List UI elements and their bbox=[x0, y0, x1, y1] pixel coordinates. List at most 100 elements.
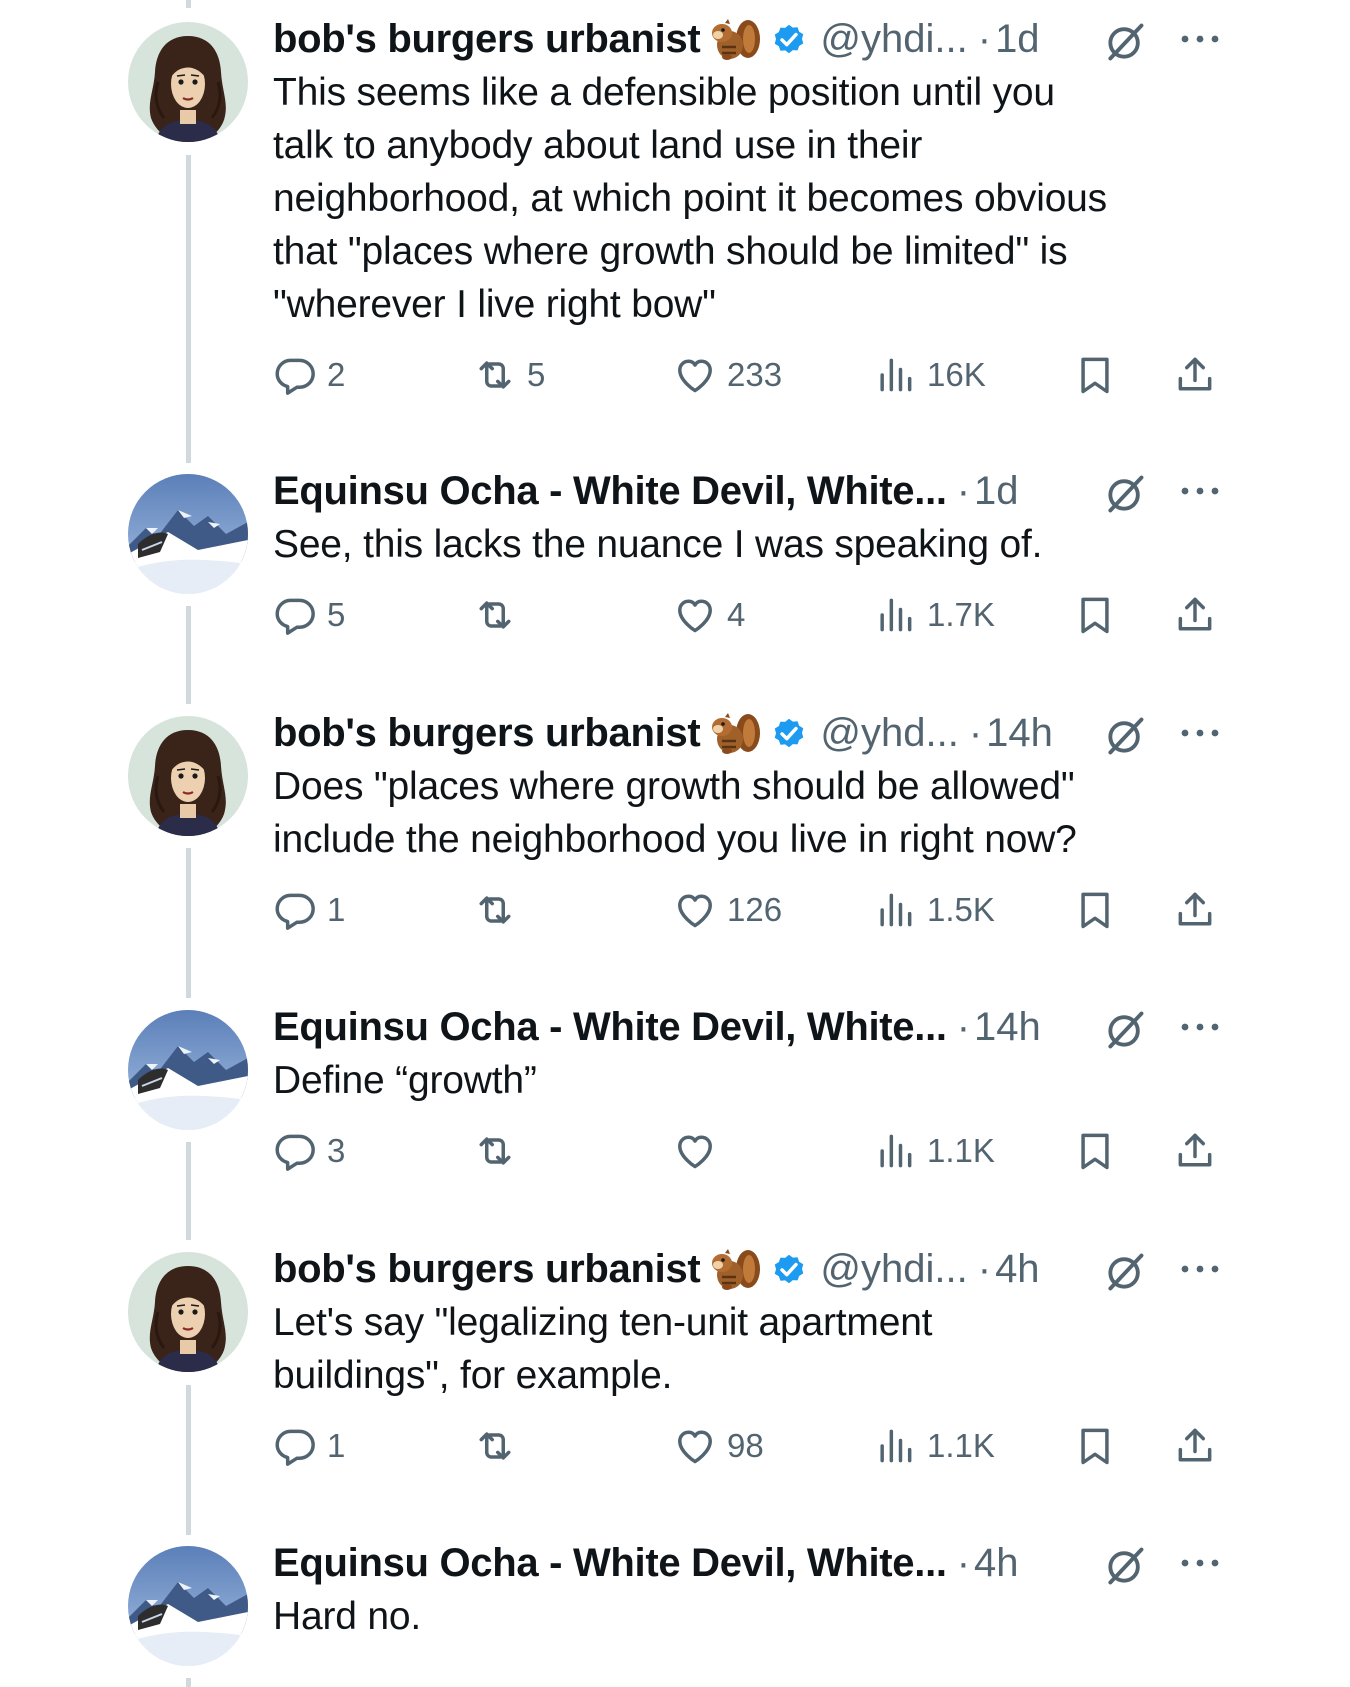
bookmark-button[interactable] bbox=[1073, 587, 1117, 643]
more-icon[interactable] bbox=[1178, 1556, 1222, 1570]
bookmark-button[interactable] bbox=[1073, 1418, 1117, 1474]
grok-icon[interactable] bbox=[1103, 20, 1147, 64]
bookmark-icon bbox=[1073, 593, 1117, 637]
avatar-equinsu-ocha[interactable] bbox=[128, 474, 248, 594]
retweet-icon bbox=[473, 593, 517, 637]
like-count: 126 bbox=[727, 891, 783, 928]
views-button[interactable]: 1.5K bbox=[873, 882, 995, 938]
avatar-bobs-burgers-urbanist[interactable] bbox=[128, 22, 248, 142]
tweet-text: Define “growth” bbox=[273, 1059, 537, 1102]
views-button[interactable]: 1.1K bbox=[873, 1123, 995, 1179]
username-handle[interactable]: @yhdi... bbox=[820, 17, 967, 62]
share-icon bbox=[1173, 1129, 1217, 1173]
grok-icon[interactable] bbox=[1103, 1544, 1147, 1588]
like-button[interactable]: 126 bbox=[673, 882, 782, 938]
retweet-icon bbox=[473, 1424, 517, 1468]
reply-count: 1 bbox=[327, 891, 346, 928]
username-handle[interactable]: @yhdi... bbox=[820, 1247, 967, 1292]
retweet-button[interactable] bbox=[473, 1123, 527, 1179]
retweet-button[interactable] bbox=[473, 587, 527, 643]
bookmark-button[interactable] bbox=[1073, 882, 1117, 938]
like-button[interactable] bbox=[673, 1123, 727, 1179]
grok-icon[interactable] bbox=[1103, 472, 1147, 516]
timestamp[interactable]: 4h bbox=[995, 1247, 1040, 1292]
more-icon[interactable] bbox=[1178, 32, 1222, 46]
reply-icon bbox=[273, 353, 317, 397]
retweet-button[interactable] bbox=[473, 1418, 527, 1474]
retweet-button[interactable]: 5 bbox=[473, 347, 545, 403]
timestamp[interactable]: 1d bbox=[995, 17, 1040, 62]
timestamp[interactable]: 14h bbox=[986, 711, 1053, 756]
thread-line bbox=[186, 0, 191, 8]
reply-button[interactable]: 1 bbox=[273, 882, 345, 938]
reply-button[interactable]: 3 bbox=[273, 1123, 345, 1179]
retweet-icon bbox=[473, 888, 517, 932]
like-button[interactable]: 233 bbox=[673, 347, 782, 403]
thread-line bbox=[186, 1678, 191, 1687]
share-button[interactable] bbox=[1173, 1418, 1217, 1474]
reply-button[interactable]: 1 bbox=[273, 1418, 345, 1474]
views-icon bbox=[873, 593, 917, 637]
views-icon bbox=[873, 888, 917, 932]
grok-icon[interactable] bbox=[1103, 1250, 1147, 1294]
share-button[interactable] bbox=[1173, 587, 1217, 643]
tweet-actions: 3 1.1K bbox=[273, 1123, 1233, 1179]
like-count: 4 bbox=[727, 596, 746, 633]
views-count: 1.5K bbox=[927, 891, 995, 928]
timestamp[interactable]: 14h bbox=[974, 1005, 1041, 1050]
avatar-bobs-burgers-urbanist[interactable] bbox=[128, 716, 248, 836]
display-name[interactable]: bob's burgers urbanist bbox=[273, 17, 701, 62]
tweet-header: bob's burgers urbanist @yhd... · 14h bbox=[273, 708, 1233, 758]
reply-count: 1 bbox=[327, 1427, 346, 1464]
views-count: 1.1K bbox=[927, 1132, 995, 1169]
like-button[interactable]: 98 bbox=[673, 1418, 764, 1474]
avatar-equinsu-ocha[interactable] bbox=[128, 1546, 248, 1666]
verified-badge-icon[interactable] bbox=[770, 714, 808, 752]
views-count: 1.1K bbox=[927, 1427, 995, 1464]
tweet-text: This seems like a defensible position un… bbox=[273, 71, 1107, 326]
views-button[interactable]: 1.7K bbox=[873, 587, 995, 643]
timestamp[interactable]: 4h bbox=[974, 1541, 1019, 1586]
reply-button[interactable]: 2 bbox=[273, 347, 345, 403]
share-button[interactable] bbox=[1173, 1123, 1217, 1179]
grok-icon[interactable] bbox=[1103, 1008, 1147, 1052]
reply-button[interactable]: 5 bbox=[273, 587, 345, 643]
verified-badge-icon[interactable] bbox=[770, 20, 808, 58]
tweet-content: bob's burgers urbanist @yhdi... · 4h Let's s… bbox=[273, 1244, 1233, 1474]
username-handle[interactable]: @yhd... bbox=[820, 711, 958, 756]
avatar-equinsu-ocha[interactable] bbox=[128, 1010, 248, 1130]
share-button[interactable] bbox=[1173, 347, 1217, 403]
display-name[interactable]: Equinsu Ocha - White Devil, White... bbox=[273, 1005, 947, 1050]
bookmark-button[interactable] bbox=[1073, 1123, 1117, 1179]
views-button[interactable]: 1.1K bbox=[873, 1418, 995, 1474]
grok-icon[interactable] bbox=[1103, 714, 1147, 758]
views-button[interactable]: 16K bbox=[873, 347, 986, 403]
avatar-bobs-burgers-urbanist[interactable] bbox=[128, 1252, 248, 1372]
separator-dot: · bbox=[977, 1246, 992, 1291]
tweet-content: bob's burgers urbanist @yhdi... · 1d This se… bbox=[273, 14, 1233, 403]
display-name[interactable]: bob's burgers urbanist bbox=[273, 711, 701, 756]
more-icon[interactable] bbox=[1178, 1020, 1222, 1034]
display-name[interactable]: Equinsu Ocha - White Devil, White... bbox=[273, 1541, 947, 1586]
tweet-header: Equinsu Ocha - White Devil, White... · 14h bbox=[273, 1002, 1233, 1052]
retweet-button[interactable] bbox=[473, 882, 527, 938]
separator-dot: · bbox=[956, 1004, 971, 1049]
share-button[interactable] bbox=[1173, 882, 1217, 938]
separator-dot: · bbox=[956, 468, 971, 513]
display-name[interactable]: bob's burgers urbanist bbox=[273, 1247, 701, 1292]
bookmark-button[interactable] bbox=[1073, 347, 1117, 403]
display-name[interactable]: Equinsu Ocha - White Devil, White... bbox=[273, 469, 947, 514]
views-icon bbox=[873, 1129, 917, 1173]
verified-badge-icon[interactable] bbox=[770, 1250, 808, 1288]
views-icon bbox=[873, 353, 917, 397]
bookmark-icon bbox=[1073, 1424, 1117, 1468]
like-button[interactable]: 4 bbox=[673, 587, 745, 643]
timestamp[interactable]: 1d bbox=[974, 469, 1019, 514]
views-count: 1.7K bbox=[927, 596, 995, 633]
more-icon[interactable] bbox=[1178, 726, 1222, 740]
thread-line bbox=[186, 1385, 191, 1535]
reply-count: 5 bbox=[327, 596, 346, 633]
tweet-actions: 5 4 1.7K bbox=[273, 587, 1233, 643]
more-icon[interactable] bbox=[1178, 484, 1222, 498]
more-icon[interactable] bbox=[1178, 1262, 1222, 1276]
